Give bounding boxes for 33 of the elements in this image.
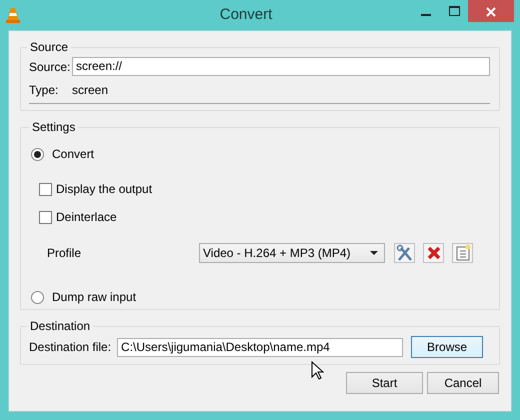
new-profile-button[interactable] xyxy=(452,243,473,263)
destination-field[interactable]: C:\Users\jigumania\Desktop\name.mp4 xyxy=(117,338,404,356)
close-button[interactable] xyxy=(468,0,514,22)
profile-label: Profile xyxy=(47,245,82,262)
radio-button[interactable] xyxy=(31,148,44,160)
checkbox-label: Deinterlace xyxy=(56,209,117,226)
window-title: Convert xyxy=(218,4,274,25)
cancel-button[interactable]: Cancel xyxy=(427,372,499,394)
checkbox-label: Display the output xyxy=(56,181,152,198)
edit-profile-button[interactable] xyxy=(394,243,415,263)
field-label: Source: xyxy=(29,58,72,76)
caret-icon xyxy=(370,251,378,255)
radio-label: Dump raw input xyxy=(52,289,136,306)
field-label: Type: xyxy=(29,82,60,99)
type-value: screen xyxy=(72,82,108,99)
close-icon xyxy=(486,7,496,18)
radio-label: Convert xyxy=(52,146,94,163)
delete-profile-button[interactable] xyxy=(423,243,444,263)
group-title: Destination xyxy=(29,319,92,333)
group-title: Source xyxy=(29,40,70,54)
start-button[interactable]: Start xyxy=(346,372,423,394)
group-title: Settings xyxy=(31,120,76,134)
checkbox[interactable] xyxy=(39,182,52,196)
mouse-cursor-icon xyxy=(311,361,324,380)
checkbox[interactable] xyxy=(39,210,52,224)
profile-dropdown[interactable]: Video - H.264 + MP3 (MP4) xyxy=(199,243,385,263)
radio-button[interactable] xyxy=(31,290,44,304)
browse-button[interactable]: Browse xyxy=(411,336,484,358)
field-label: Destination file: xyxy=(29,339,112,356)
maximize-icon xyxy=(448,6,460,16)
source-field[interactable]: screen:// xyxy=(72,57,490,76)
minimize-icon xyxy=(421,14,431,16)
app-icon xyxy=(6,7,20,23)
